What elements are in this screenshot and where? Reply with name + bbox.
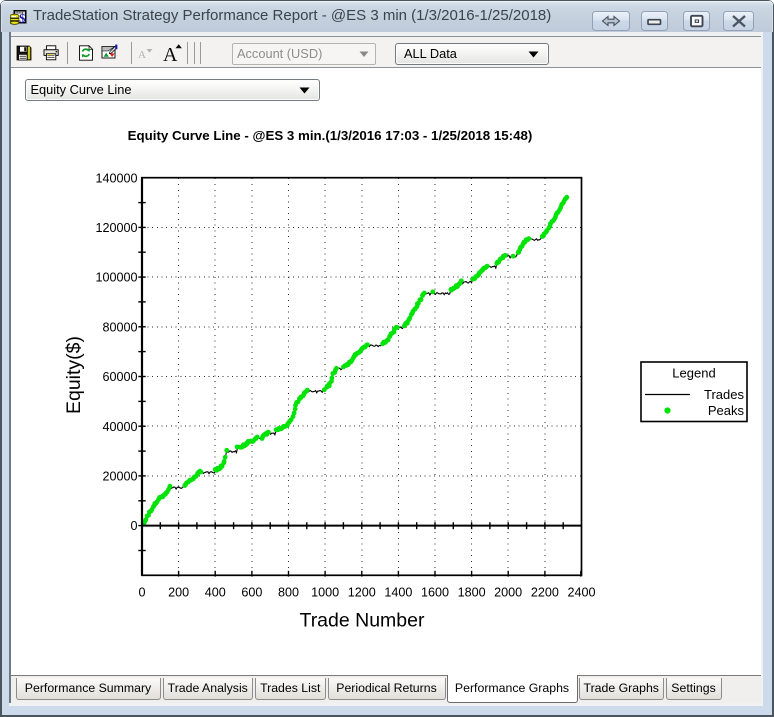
svg-text:0: 0 (138, 586, 145, 600)
svg-text:0: 0 (130, 519, 137, 533)
svg-text:Trades: Trades (704, 387, 744, 402)
svg-text:400: 400 (205, 586, 226, 600)
svg-text:20000: 20000 (102, 470, 137, 484)
svg-text:Trade Number: Trade Number (300, 610, 425, 632)
svg-text:600: 600 (241, 586, 262, 600)
svg-text:Legend: Legend (672, 366, 715, 381)
svg-text:Equity Curve Line - @ES 3 min.: Equity Curve Line - @ES 3 min.(1/3/2016 … (128, 128, 533, 143)
svg-text:Equity($): Equity($) (63, 336, 85, 414)
svg-text:1800: 1800 (458, 586, 486, 600)
svg-text:80000: 80000 (102, 320, 137, 334)
svg-text:140000: 140000 (95, 171, 137, 185)
svg-text:2400: 2400 (567, 586, 595, 600)
svg-text:60000: 60000 (102, 370, 137, 384)
svg-text:A: A (163, 44, 178, 64)
svg-text:800: 800 (278, 586, 299, 600)
svg-text:100000: 100000 (95, 271, 137, 285)
svg-text:$: $ (19, 11, 25, 25)
svg-text:1200: 1200 (348, 586, 376, 600)
svg-text:1000: 1000 (311, 586, 339, 600)
svg-text:2000: 2000 (494, 586, 522, 600)
svg-text:2200: 2200 (531, 586, 559, 600)
svg-text:1400: 1400 (384, 586, 412, 600)
svg-text:A: A (138, 49, 146, 61)
svg-text:40000: 40000 (102, 420, 137, 434)
svg-text:1600: 1600 (421, 586, 449, 600)
svg-text:120000: 120000 (95, 221, 137, 235)
svg-text:Peaks: Peaks (708, 403, 745, 418)
svg-text:200: 200 (168, 586, 189, 600)
